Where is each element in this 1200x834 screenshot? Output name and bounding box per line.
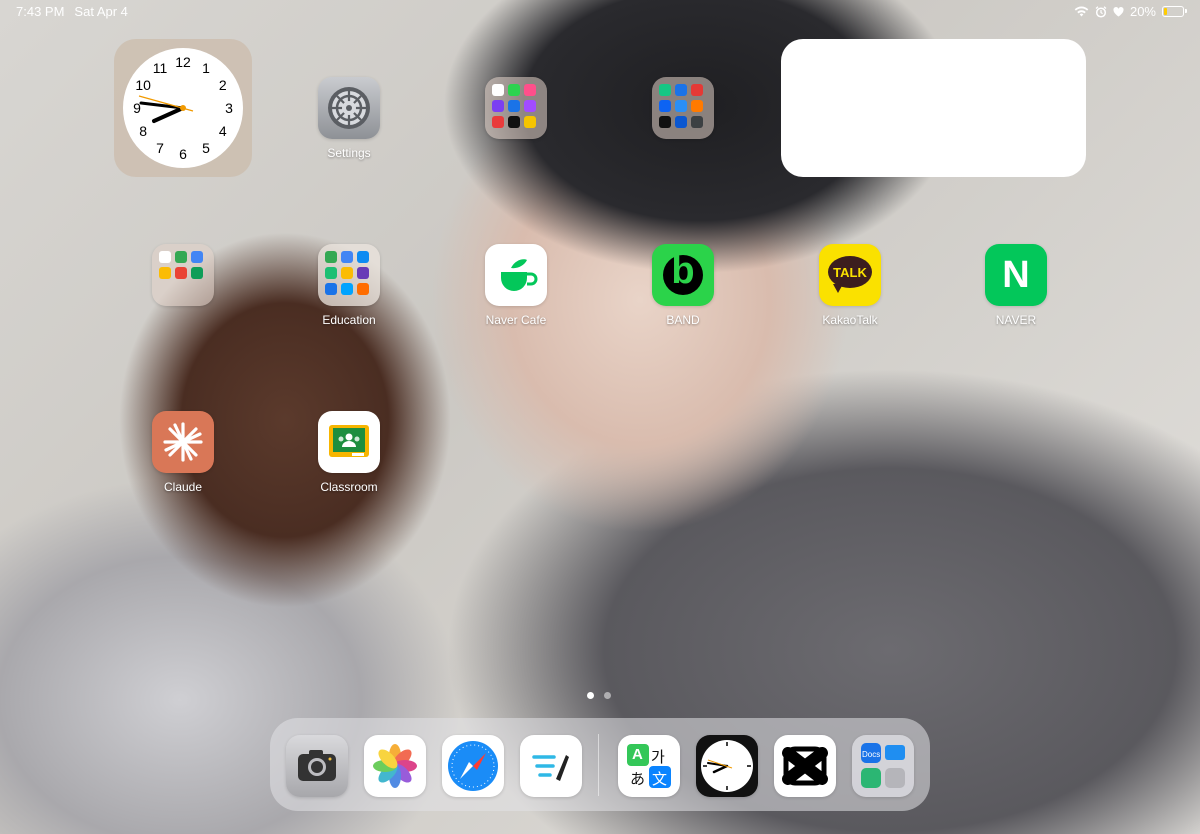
translate-glyph-3: あ	[630, 771, 646, 788]
band-label: BAND	[666, 313, 700, 327]
battery-fill	[1164, 8, 1168, 15]
translate-glyph-1: A	[632, 746, 643, 763]
status-date: Sat Apr 4	[74, 4, 128, 19]
battery-percent: 20%	[1129, 4, 1156, 19]
safari-icon	[442, 735, 504, 797]
classroom-icon	[318, 411, 380, 473]
folder-icon	[152, 244, 214, 306]
clock-hands-icon	[138, 95, 194, 123]
camera-icon	[286, 735, 348, 797]
education-folder[interactable]: Education	[299, 244, 399, 327]
wifi-icon	[1074, 6, 1089, 17]
folder-icon	[485, 77, 547, 139]
folder-top-2[interactable]	[633, 77, 733, 146]
camera-app[interactable]	[286, 735, 348, 797]
band-app[interactable]: b BAND	[633, 244, 733, 327]
app-library-icon: Docs	[852, 735, 914, 797]
naver-icon-text: N	[1002, 254, 1030, 296]
alarm-icon	[1095, 5, 1107, 18]
battery-icon	[1162, 6, 1187, 17]
naver-app[interactable]: N NAVER	[966, 244, 1066, 327]
dock: A 가 あ 文 Docs	[270, 718, 930, 811]
page-dot-1[interactable]	[587, 692, 594, 699]
clock-face: 11 10 9 8 7 6 5 4 3 2 1 12	[123, 48, 243, 168]
clock-widget[interactable]: 11 10 9 8 7 6 5 4 3 2 1 12	[114, 39, 252, 177]
translate-glyph-2: 가	[651, 749, 665, 766]
blank-widget[interactable]	[781, 39, 1086, 177]
safari-app[interactable]	[442, 735, 504, 797]
naver-cafe-label: Naver Cafe	[485, 313, 547, 327]
translate-icon: A 가 あ 文	[618, 735, 680, 797]
folder-left[interactable]	[133, 244, 233, 313]
band-icon: b	[652, 244, 714, 306]
capcut-icon	[774, 735, 836, 797]
app-library[interactable]: Docs	[852, 735, 914, 797]
photos-icon	[364, 735, 426, 797]
kakaotalk-icon: TALK	[819, 244, 881, 306]
settings-app[interactable]: Settings	[299, 77, 399, 160]
translate-app[interactable]: A 가 あ 文	[618, 735, 680, 797]
kakaotalk-app[interactable]: TALK KakaoTalk	[800, 244, 900, 327]
naver-icon: N	[985, 244, 1047, 306]
page-dot-2[interactable]	[604, 692, 611, 699]
classroom-label: Classroom	[320, 480, 378, 494]
dock-divider	[598, 734, 599, 796]
capcut-app[interactable]	[774, 735, 836, 797]
docs-label: Docs	[862, 750, 881, 759]
status-time: 7:43 PM	[16, 4, 65, 19]
education-label: Education	[322, 313, 376, 327]
band-icon-text: b	[671, 250, 695, 292]
clock-icon	[696, 735, 758, 797]
freeform-app[interactable]	[520, 735, 582, 797]
folder-icon	[652, 77, 714, 139]
kakaotalk-icon-text: TALK	[833, 265, 867, 280]
photos-app[interactable]	[364, 735, 426, 797]
naver-cafe-icon	[485, 244, 547, 306]
status-bar: 7:43 PM Sat Apr 4 20%	[0, 0, 1200, 24]
naver-label: NAVER	[995, 313, 1037, 327]
claude-icon	[152, 411, 214, 473]
clock-app[interactable]	[696, 735, 758, 797]
settings-icon	[318, 77, 380, 139]
kakaotalk-label: KakaoTalk	[822, 313, 878, 327]
freeform-icon	[520, 735, 582, 797]
education-folder-icon	[318, 244, 380, 306]
naver-cafe-app[interactable]: Naver Cafe	[466, 244, 566, 327]
settings-label: Settings	[327, 146, 371, 160]
claude-label: Claude	[163, 480, 203, 494]
translate-glyph-4: 文	[652, 771, 668, 788]
heart-icon	[1113, 6, 1124, 17]
claude-app[interactable]: Claude	[133, 411, 233, 494]
folder-top-1[interactable]	[466, 77, 566, 146]
classroom-app[interactable]: Classroom	[299, 411, 399, 494]
page-indicator[interactable]	[587, 692, 611, 699]
